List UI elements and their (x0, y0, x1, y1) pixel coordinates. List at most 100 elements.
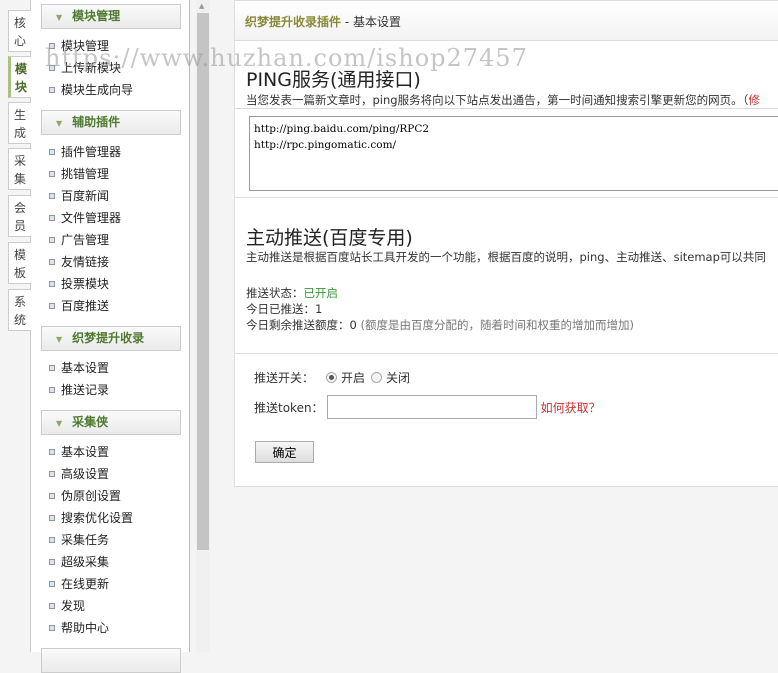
chevron-down-icon: ▼ (56, 419, 63, 428)
bullet-icon (49, 537, 55, 543)
sidebar-item[interactable]: 推送记录 (49, 380, 109, 400)
sidebar-item[interactable]: 搜索优化设置 (49, 508, 133, 528)
bullet-icon (49, 581, 55, 587)
sidebar-item-label: 上传新模块 (61, 61, 122, 75)
sidebar-item[interactable]: 百度新闻 (49, 186, 109, 206)
push-status: 推送状态：已开启 (246, 285, 338, 301)
scrollbar-thumb[interactable] (197, 13, 209, 550)
content-panel: 织梦提升收录插件 - 基本设置 PING服务(通用接口) 当您发表一篇新文章时，… (234, 0, 778, 487)
sidebar-item[interactable]: 投票模块 (49, 274, 109, 294)
sidebar-item[interactable]: 百度推送 (49, 296, 109, 316)
sidebar-item-label: 广告管理 (61, 233, 110, 247)
breadcrumb-page: 基本设置 (352, 15, 401, 29)
sidebar-item[interactable]: 广告管理 (49, 230, 109, 250)
bullet-icon (49, 87, 55, 93)
ping-title: PING服务(通用接口) (246, 69, 421, 91)
sidebar-item[interactable]: 上传新模块 (49, 58, 121, 78)
sidebar-group-header[interactable]: ▼ 采集侠 (41, 410, 181, 435)
left-tab-0[interactable]: 核心 (8, 10, 31, 52)
sidebar-group-header[interactable]: ▼ 模块管理 (41, 4, 181, 29)
sidebar-item-label: 推送记录 (61, 383, 110, 397)
status-label: 推送状态： (246, 286, 304, 300)
radio-off[interactable] (371, 372, 383, 383)
bullet-icon (49, 603, 55, 609)
left-tab-6[interactable]: 系统 (8, 289, 31, 331)
bullet-icon (49, 215, 55, 221)
sidebar-item-label: 挑错管理 (61, 167, 110, 181)
ping-desc-text: 当您发表一篇新文章时，ping服务将向以下站点发出通告，第一时间通知搜索引擎更新… (246, 93, 749, 107)
left-tab-1[interactable]: 模块 (8, 56, 31, 98)
left-tab-2[interactable]: 生成 (8, 102, 31, 144)
sidebar-item[interactable]: 高级设置 (49, 464, 109, 484)
left-tab-5[interactable]: 模板 (8, 242, 31, 284)
bullet-icon (49, 193, 55, 199)
token-row: 推送token： 如何获取？ (254, 395, 601, 419)
sidebar-item-label: 百度新闻 (61, 189, 110, 203)
sidebar-item-label: 基本设置 (61, 445, 110, 459)
bullet-icon (49, 237, 55, 243)
sidebar-item-label: 百度推送 (61, 299, 110, 313)
bullet-icon (49, 171, 55, 177)
sidebar-item[interactable]: 模块生成向导 (49, 80, 133, 100)
push-title: 主动推送(百度专用) (246, 227, 413, 249)
switch-label: 推送开关： (254, 371, 315, 385)
sidebar-item-label: 模块生成向导 (61, 83, 134, 97)
sidebar-item-label: 插件管理器 (61, 145, 122, 159)
left-tab-4[interactable]: 会员 (8, 195, 31, 237)
bullet-icon (49, 149, 55, 155)
sidebar-item[interactable]: 伪原创设置 (49, 486, 121, 506)
remain-note: (额度是由百度分配的，随着时间和权重的增加而增加) (356, 318, 634, 332)
ping-urls-textarea[interactable]: http://ping.baidu.com/ping/RPC2 http://r… (249, 116, 778, 191)
divider (235, 197, 778, 198)
bullet-icon (49, 281, 55, 287)
sidebar-item[interactable]: 友情链接 (49, 252, 109, 272)
radio-off-label[interactable]: 关闭 (386, 369, 410, 386)
sidebar-item[interactable]: 文件管理器 (49, 208, 121, 228)
sidebar-item[interactable]: 帮助中心 (49, 618, 109, 638)
sidebar: ▼ 模块管理 模块管理 上传新模块 模块生成向导 ▼ 辅助插件 插件管理器 挑错管理 百度新闻 文件… (31, 0, 190, 673)
bullet-icon (49, 259, 55, 265)
left-tab-3[interactable]: 采集 (8, 148, 31, 190)
confirm-button[interactable]: 确定 (255, 441, 314, 463)
radio-on[interactable] (326, 372, 338, 383)
sidebar-item[interactable]: 采集任务 (49, 530, 109, 550)
sidebar-item[interactable]: 超级采集 (49, 552, 109, 572)
sidebar-item[interactable]: 基本设置 (49, 358, 109, 378)
bullet-icon (49, 365, 55, 371)
bullet-icon (49, 387, 55, 393)
how-to-get-link[interactable]: 如何获取？ (541, 399, 601, 416)
sidebar-item[interactable]: 插件管理器 (49, 142, 121, 162)
push-switch-row: 推送开关： 开启 关闭 (254, 369, 410, 386)
group-title: 模块管理 (72, 9, 121, 23)
sidebar-item[interactable]: 发现 (49, 596, 85, 616)
group-title: 辅助插件 (72, 115, 121, 129)
left-tab-bar: 核心 模块 生成 采集会员模板系统 (0, 0, 31, 652)
today-value: 1 (315, 302, 323, 316)
sidebar-group-header[interactable]: ▼ 辅助插件 (41, 110, 181, 135)
scroll-up-icon[interactable]: ▲ (199, 2, 204, 10)
sidebar-item-label: 高级设置 (61, 467, 110, 481)
sidebar-item[interactable]: 模块管理 (49, 36, 109, 56)
radio-on-label[interactable]: 开启 (341, 369, 365, 386)
breadcrumb-plugin: 织梦提升收录插件 (245, 15, 342, 29)
group-title: 织梦提升收录 (72, 331, 145, 345)
token-label: 推送token： (254, 400, 324, 415)
sidebar-item-label: 模块管理 (61, 39, 110, 53)
today-label: 今日已推送： (246, 302, 315, 316)
sidebar-item[interactable]: 在线更新 (49, 574, 109, 594)
bullet-icon (49, 493, 55, 499)
bullet-icon (49, 515, 55, 521)
divider (235, 353, 778, 354)
ping-description: 当您发表一篇新文章时，ping服务将向以下站点发出通告，第一时间通知搜索引擎更新… (246, 92, 760, 108)
sidebar-scrollbar[interactable]: ▲ (196, 0, 210, 652)
chevron-down-icon: ▼ (56, 335, 63, 344)
sidebar-item[interactable]: 挑错管理 (49, 164, 109, 184)
today-pushed: 今日已推送：1 (246, 301, 322, 317)
sidebar-group-header[interactable]: ▼ 织梦提升收录 (41, 326, 181, 351)
sidebar-item-label: 基本设置 (61, 361, 110, 375)
bullet-icon (49, 449, 55, 455)
token-input[interactable] (326, 395, 537, 419)
sidebar-item[interactable]: 基本设置 (49, 442, 109, 462)
remaining-quota: 今日剩余推送额度：0 (额度是由百度分配的，随着时间和权重的增加而增加) (246, 317, 634, 333)
ping-desc-link[interactable]: 修 (748, 93, 760, 107)
